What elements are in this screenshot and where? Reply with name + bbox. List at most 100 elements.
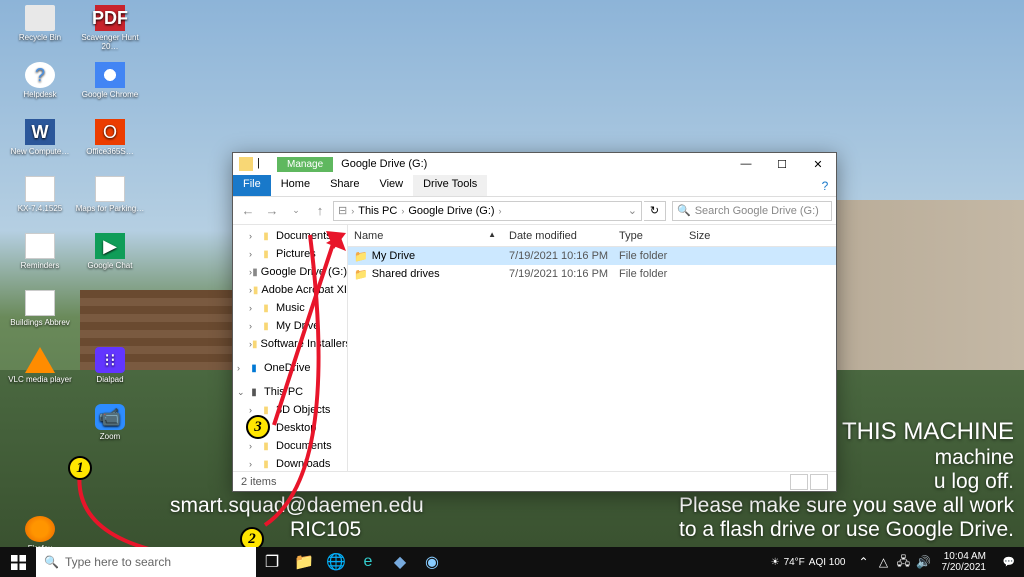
file-date: 7/19/2021 10:16 PM	[503, 250, 613, 262]
desktop-icon[interactable]: O Office365S…	[75, 119, 145, 174]
col-date[interactable]: Date modified	[503, 230, 613, 242]
recent-button[interactable]: ⌄	[285, 200, 307, 222]
app-icon	[25, 290, 55, 316]
icon-label: VLC media player	[8, 375, 72, 384]
tab-view[interactable]: View	[369, 175, 413, 196]
desktop-icon[interactable]: WNew Compute…	[5, 119, 75, 174]
taskbar-clock[interactable]: 10:04 AM 7/20/2021	[934, 551, 995, 573]
close-button[interactable]: ✕	[800, 153, 836, 175]
view-details-button[interactable]	[790, 474, 808, 490]
app-icon: ?	[25, 62, 55, 88]
file-rows: 📁My Drive7/19/2021 10:16 PMFile folder📁S…	[348, 247, 836, 283]
icon-label: Recycle Bin	[19, 33, 61, 42]
desktop-icon[interactable]: ⁝⁝ Dialpad	[75, 347, 145, 402]
icon-label: Dialpad	[96, 375, 123, 384]
desktop-icon[interactable]: Buildings Abbrev	[5, 290, 75, 345]
app-icon	[25, 233, 55, 259]
icon-label: Buildings Abbrev	[10, 318, 70, 327]
desktop-icon[interactable]: Maps for Parking…	[75, 176, 145, 231]
sort-asc-icon: ▲	[488, 230, 496, 239]
tab-file[interactable]: File	[233, 175, 271, 196]
ribbon-context-manage[interactable]: Manage	[277, 157, 333, 172]
column-headers: Name ▲ Date modified Type Size	[348, 225, 836, 247]
back-button[interactable]: ←	[237, 200, 259, 222]
address-bar[interactable]: ⊟ › This PC › Google Drive (G:) › ⌄	[333, 201, 642, 221]
tab-home[interactable]: Home	[271, 175, 320, 196]
desktop-icon[interactable]: VLC media player	[5, 347, 75, 402]
file-name: Shared drives	[372, 268, 440, 280]
search-icon: 🔍	[44, 555, 59, 569]
tray-network-icon[interactable]: 🖧	[894, 547, 914, 577]
titlebar[interactable]: | Manage Google Drive (G:) — ☐ ✕	[233, 153, 836, 175]
desktop-icon[interactable]: 📹 Zoom	[75, 404, 145, 459]
forward-button[interactable]: →	[261, 200, 283, 222]
search-placeholder: Search Google Drive (G:)	[695, 205, 819, 217]
desktop-icon[interactable]: Reminders	[5, 233, 75, 288]
icon-label: Google Chrome	[82, 90, 138, 99]
ribbon-tabs: File Home Share View Drive Tools ?	[233, 175, 836, 197]
drive-icon: ⊟	[338, 204, 347, 217]
icon-label: New Compute…	[11, 147, 70, 156]
view-large-button[interactable]	[810, 474, 828, 490]
task-view-button[interactable]: ❐	[256, 547, 288, 577]
file-explorer-taskbar[interactable]: 📁	[288, 547, 320, 577]
qat-divider: |	[257, 157, 271, 171]
up-button[interactable]: ↑	[309, 200, 331, 222]
icon-label: Reminders	[21, 261, 60, 270]
notification-center-icon[interactable]: 💬	[994, 557, 1024, 568]
file-list: Name ▲ Date modified Type Size 📁My Drive…	[348, 225, 836, 471]
file-row[interactable]: 📁My Drive7/19/2021 10:16 PMFile folder	[348, 247, 836, 265]
col-name[interactable]: Name ▲	[348, 230, 503, 242]
icon-label: Google Chat	[88, 261, 133, 270]
app-taskbar-1[interactable]: ◆	[384, 547, 416, 577]
desktop-icon[interactable]: PDFScavenger Hunt 20…	[75, 5, 145, 60]
tab-share[interactable]: Share	[320, 175, 369, 196]
refresh-button[interactable]: ↻	[644, 201, 666, 221]
edge-taskbar[interactable]: e	[352, 547, 384, 577]
col-size[interactable]: Size	[683, 230, 743, 242]
tab-drive-tools[interactable]: Drive Tools	[413, 175, 487, 196]
app-icon: ⁝⁝	[95, 347, 125, 373]
desktop-icon[interactable]: KX-7.4.1525	[5, 176, 75, 231]
search-placeholder: Type here to search	[65, 555, 171, 569]
taskbar-search[interactable]: 🔍 Type here to search	[36, 547, 256, 577]
icon-label: Maps for Parking…	[76, 204, 144, 213]
desktop-icon[interactable]: ? Helpdesk	[5, 62, 75, 117]
addr-dropdown-icon[interactable]: ⌄	[628, 204, 637, 217]
minimize-button[interactable]: —	[728, 153, 764, 175]
navigation-bar: ← → ⌄ ↑ ⊟ › This PC › Google Drive (G:) …	[233, 197, 836, 225]
desktop-icon[interactable]: Google Chrome	[75, 62, 145, 117]
annotation-1: 1	[68, 456, 92, 480]
chrome-taskbar[interactable]: 🌐	[320, 547, 352, 577]
app-icon: 📹	[95, 404, 125, 430]
desktop-icon[interactable]: ▶Google Chat	[75, 233, 145, 288]
crumb-gdrive[interactable]: Google Drive (G:)	[408, 205, 494, 217]
col-type[interactable]: Type	[613, 230, 683, 242]
app-taskbar-2[interactable]: ◉	[416, 547, 448, 577]
sun-icon: ☀	[771, 557, 780, 568]
icon-label: Zoom	[100, 432, 120, 441]
windows-icon	[11, 555, 26, 570]
tray-volume-icon[interactable]: 🔊	[914, 547, 934, 577]
desktop-icon[interactable]: Recycle Bin	[5, 5, 75, 60]
file-row[interactable]: 📁Shared drives7/19/2021 10:16 PMFile fol…	[348, 265, 836, 283]
search-icon: 🔍	[677, 204, 691, 217]
search-box[interactable]: 🔍 Search Google Drive (G:)	[672, 201, 832, 221]
maximize-button[interactable]: ☐	[764, 153, 800, 175]
tray-gdrive-icon[interactable]: △	[874, 547, 894, 577]
app-icon	[95, 62, 125, 88]
weather-widget[interactable]: ☀ 74°F AQI 100	[763, 557, 854, 568]
annotation-arrow-3	[266, 225, 356, 435]
start-button[interactable]	[0, 547, 36, 577]
file-name: My Drive	[372, 250, 415, 262]
window-title: Google Drive (G:)	[333, 158, 435, 170]
icon-label: Scavenger Hunt 20…	[75, 33, 145, 51]
file-type: File folder	[613, 268, 683, 280]
annotation-3: 3	[246, 415, 270, 439]
help-icon[interactable]: ?	[814, 175, 836, 196]
tray-chevron-icon[interactable]: ⌃	[854, 547, 874, 577]
icon-label: Helpdesk	[23, 90, 56, 99]
app-icon: O	[95, 119, 125, 145]
crumb-this-pc[interactable]: This PC	[358, 205, 397, 217]
icon-label: Office365S…	[86, 147, 133, 156]
